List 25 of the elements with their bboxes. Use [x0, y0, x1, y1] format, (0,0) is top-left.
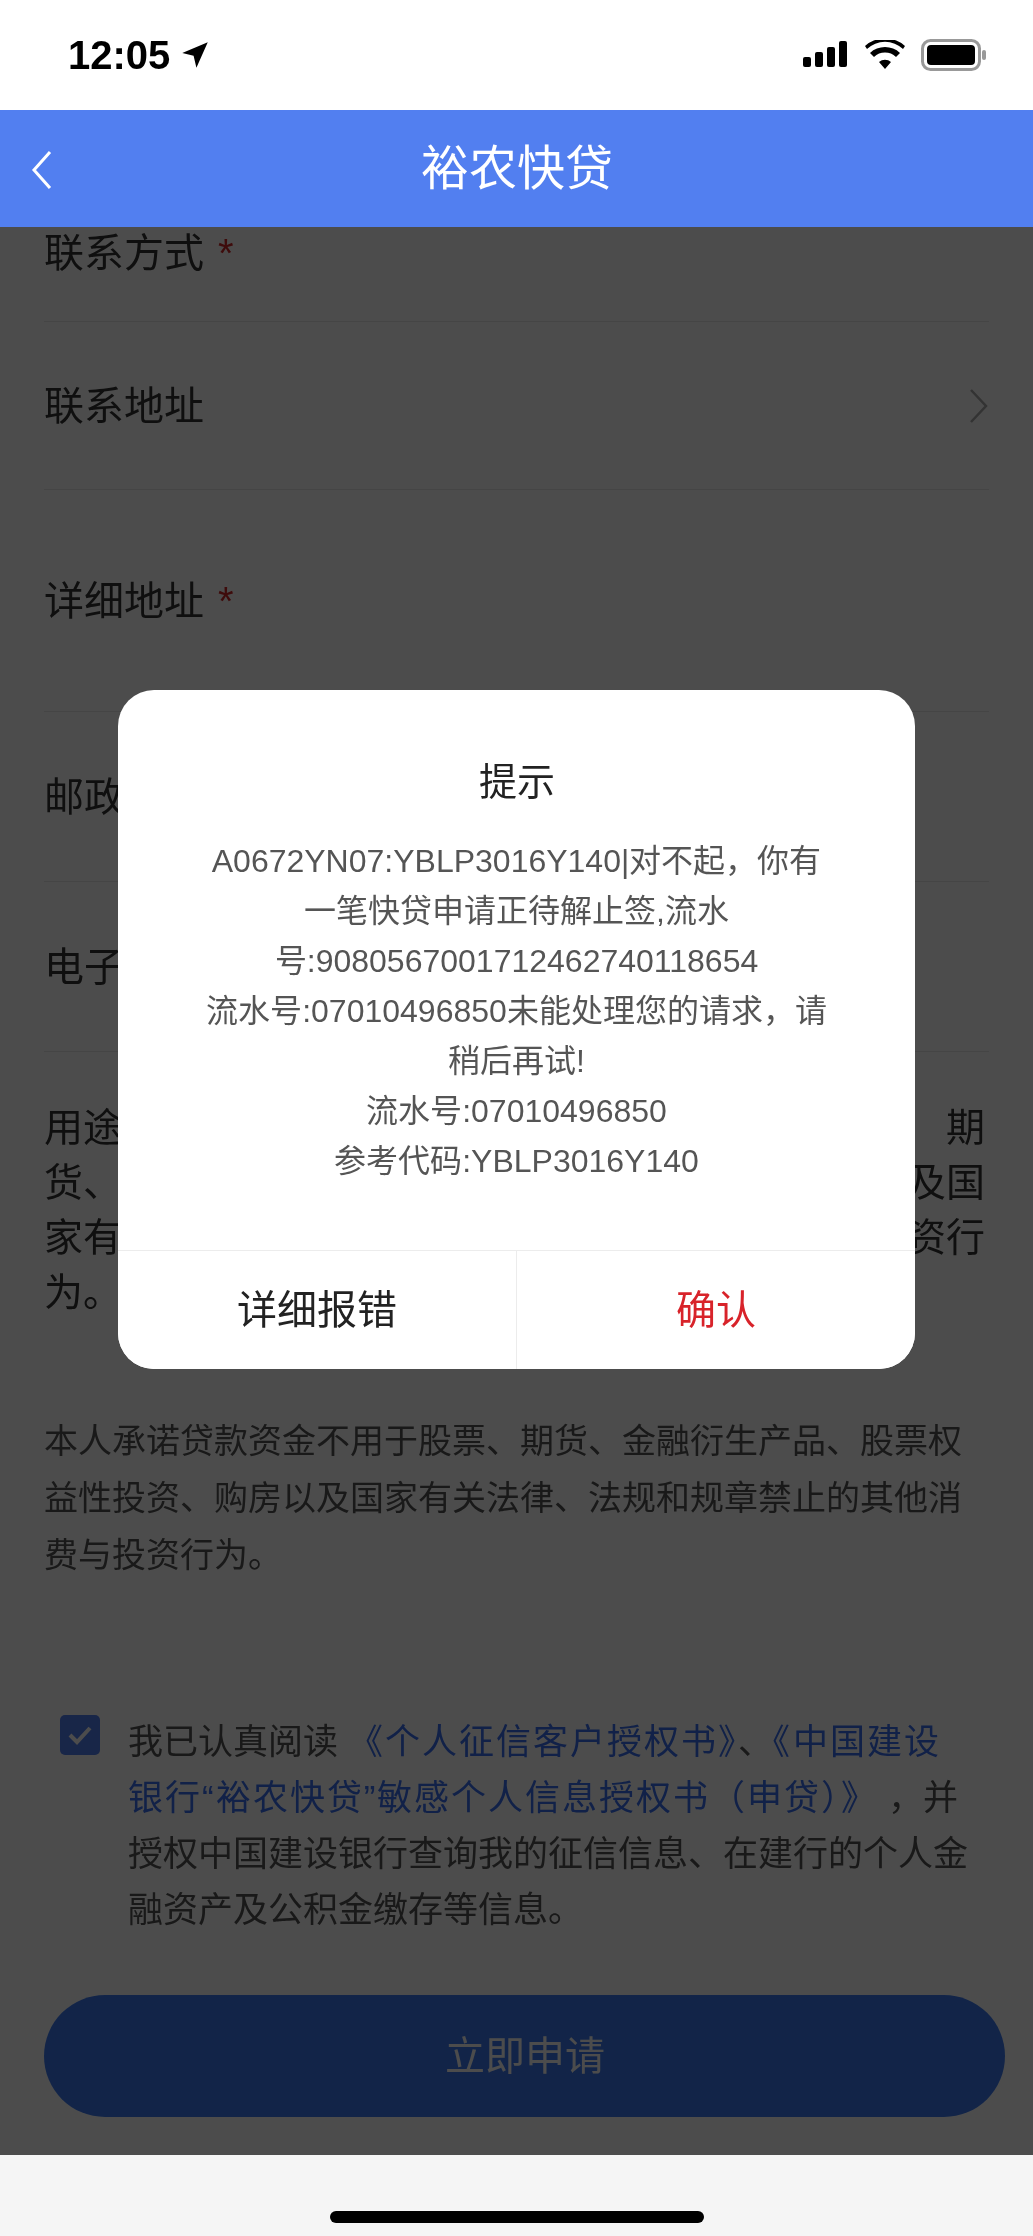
dialog-message-line: 一笔快贷申请正待解止签,流水 — [303, 892, 730, 931]
field-label: 联系地址 — [44, 382, 204, 430]
dialog-title: 提示 — [477, 760, 556, 805]
required-mark: * — [218, 577, 234, 625]
signal-icon — [803, 41, 849, 69]
document-link[interactable]: 《中国建设 — [772, 1722, 941, 1761]
dialog-message-line: 流水号:07010496850未能处理您的请求，请 — [205, 992, 828, 1031]
field-label: 详细地址 — [44, 577, 204, 625]
field-label: 电子 — [44, 943, 124, 991]
home-indicator[interactable] — [329, 2211, 704, 2223]
field-label: 联系方式 — [44, 230, 204, 277]
required-mark: * — [218, 230, 234, 277]
dialog-message-line: 号:9080567001712462740118654 — [273, 942, 760, 981]
dialog-message-line: 参考代码:YBLP3016Y140 — [333, 1142, 700, 1181]
dialog-message-line: 稍后再试! — [447, 1042, 586, 1081]
note-fragment: 期 — [946, 1105, 985, 1151]
confirm-button[interactable]: 确认 — [516, 1251, 915, 1369]
dialog-message-line: A0672YN07:YBLP3016Y140|对不起，你有 — [210, 842, 823, 881]
battery-icon — [921, 39, 987, 71]
dialog-message-line: 流水号:07010496850 — [365, 1092, 668, 1131]
note-fragment: 货、 — [44, 1160, 122, 1206]
page-title: 裕农快贷 — [420, 140, 613, 197]
clock-time: 12:05 — [68, 32, 171, 79]
note-fragment: 用途 — [44, 1105, 122, 1151]
wifi-icon — [865, 40, 905, 70]
